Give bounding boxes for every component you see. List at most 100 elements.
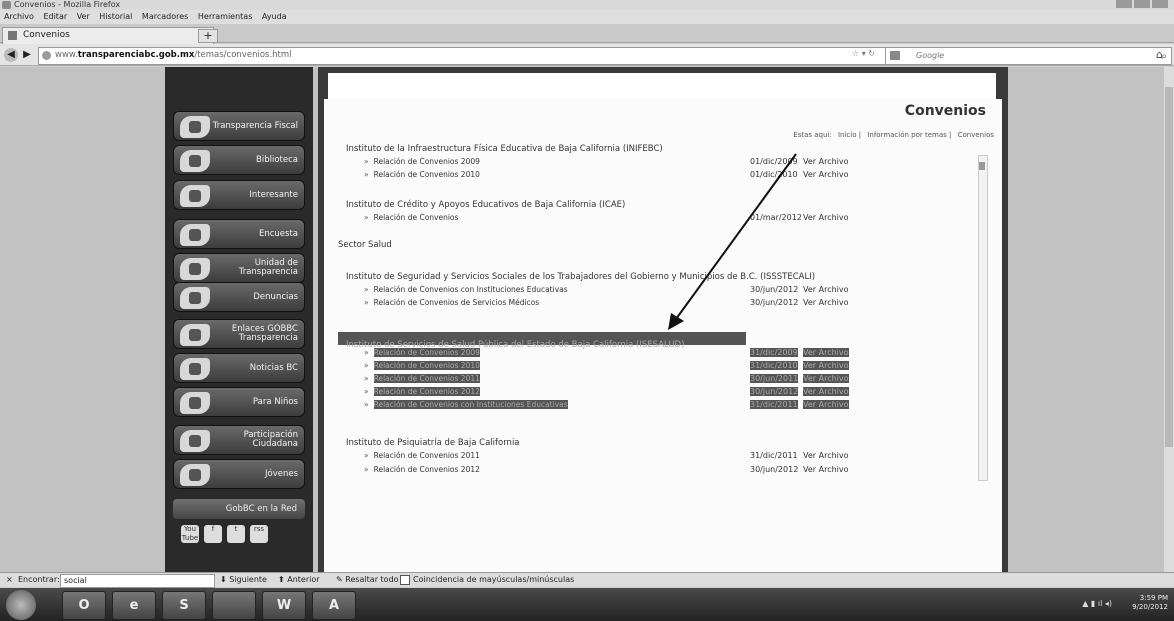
menu-ayuda[interactable]: Ayuda [262, 12, 287, 21]
search-bar[interactable]: Google ⌕ [885, 47, 1172, 65]
star-icon [180, 185, 210, 207]
back-arrow-icon[interactable]: ◀ [4, 48, 18, 62]
menu-herramientas[interactable]: Herramientas [198, 12, 253, 21]
main-content: Convenios Estas aquí: Inicio | Informaci… [318, 99, 1008, 572]
book-icon [180, 150, 210, 172]
clock[interactable]: 3:59 PM 9/20/2012 [1132, 594, 1168, 612]
sidebar-item-label: Enlaces GOBBC Transparencia [231, 324, 298, 343]
taskbar-ie[interactable]: e [112, 591, 156, 620]
gobbc-en-la-red-label: GobBC en la Red [173, 499, 305, 519]
sidebar-item-enlaces-gobbc[interactable]: Enlaces GOBBC Transparencia [173, 319, 305, 349]
url-prefix: www. [55, 50, 78, 60]
tab-convenios[interactable]: Convenios [2, 27, 214, 44]
page-favicon-icon [8, 31, 17, 40]
address-bar[interactable]: www.transparenciabc.gob.mx/temas/conveni… [38, 47, 896, 65]
find-previous-button[interactable]: ⬆ Anterior [278, 573, 320, 587]
content-header-frame [318, 67, 1008, 99]
sidebar-item-jovenes[interactable]: Jóvenes [173, 459, 305, 489]
sidebar-item-label: Encuesta [258, 228, 298, 239]
tab-bar: Convenios + [0, 24, 1174, 44]
sidebar-item-label: Biblioteca [256, 154, 298, 165]
clipboard-icon [180, 224, 210, 246]
sidebar-item-label: Unidad de Transparencia [238, 258, 298, 277]
menu-bar: Archivo Editar Ver Historial Marcadores … [0, 10, 1174, 24]
sidebar-item-biblioteca[interactable]: Biblioteca [173, 145, 305, 175]
search-placeholder: Google [916, 51, 945, 60]
taskbar-skype[interactable]: S [162, 591, 206, 620]
navigation-bar: ◀ ▶ www.transparenciabc.gob.mx/temas/con… [0, 44, 1174, 66]
find-next-button[interactable]: ⬇ Siguiente [220, 573, 267, 587]
sidebar-item-interesante[interactable]: Interesante [173, 180, 305, 210]
youtube-icon[interactable]: You Tube [181, 525, 199, 543]
taskbar-word[interactable]: W [262, 591, 306, 620]
start-button[interactable] [6, 590, 36, 620]
megaphone-icon [180, 287, 210, 309]
link-icon [180, 324, 210, 346]
sidebar-item-label: Participación Ciudadana [243, 430, 298, 449]
maximize-button[interactable] [1134, 0, 1150, 8]
twitter-icon[interactable]: t [227, 525, 245, 543]
sidebar-item-label: Para Niños [252, 396, 298, 407]
sidebar-item-label: Noticias BC [249, 362, 298, 373]
checkbox-box[interactable] [400, 574, 410, 585]
reload-star-icons[interactable]: ☆ ▾ ↻ [852, 49, 875, 58]
annotation-arrow [668, 153, 797, 330]
taskbar-outlook[interactable]: O [62, 591, 106, 620]
sidebar-item-encuesta[interactable]: Encuesta [173, 219, 305, 249]
child-icon [180, 392, 210, 414]
menu-archivo[interactable]: Archivo [4, 12, 34, 21]
sidebar-item-unidad-de-transparencia[interactable]: Unidad de Transparencia [173, 253, 305, 283]
new-tab-button[interactable]: + [198, 29, 218, 43]
highlight-all-button[interactable]: ✎ Resaltar todo [336, 573, 399, 587]
building-icon [180, 258, 210, 280]
find-bar: × Encontrar: social ⬇ Siguiente ⬆ Anteri… [0, 572, 1174, 588]
clock-time: 3:59 PM [1139, 594, 1168, 602]
sidebar-item-denuncias[interactable]: Denuncias [173, 282, 305, 312]
sidebar-item-label: Transparencia Fiscal [212, 120, 298, 131]
find-label: Encontrar: [18, 575, 60, 584]
close-window-button[interactable] [1152, 0, 1168, 8]
taskbar: O e S W A ▲ ▮ ıl ◂) 3:59 PM 9/20/2012 [0, 588, 1174, 621]
sidebar-item-transparencia-fiscal[interactable]: Transparencia Fiscal [173, 111, 305, 141]
google-icon [890, 51, 900, 60]
social-links: You Tube f t rss [181, 525, 268, 543]
forward-arrow-icon[interactable]: ▶ [20, 48, 34, 62]
site-identity-icon [42, 51, 51, 60]
window-titlebar: Convenios - Mozilla Firefox [0, 0, 1174, 10]
sidebar: Transparencia Fiscal Biblioteca Interesa… [165, 67, 313, 572]
taskbar-acrobat[interactable]: A [312, 591, 356, 620]
match-case-checkbox[interactable]: Coincidencia de mayúsculas/minúsculas [400, 573, 574, 587]
sidebar-item-para-ninos[interactable]: Para Niños [173, 387, 305, 417]
content-header [328, 73, 996, 99]
sidebar-item-noticias-bc[interactable]: Noticias BC [173, 353, 305, 383]
close-findbar-icon[interactable]: × [6, 573, 13, 587]
page-scrollbar-thumb[interactable] [1165, 87, 1173, 447]
menu-ver[interactable]: Ver [77, 12, 90, 21]
window-title: Convenios - Mozilla Firefox [14, 0, 121, 9]
clock-date: 9/20/2012 [1132, 603, 1168, 611]
facebook-icon[interactable]: f [204, 525, 222, 543]
home-icon[interactable]: ⌂ [1156, 48, 1163, 61]
sidebar-item-label: Jóvenes [264, 468, 298, 479]
news-icon [180, 358, 210, 380]
system-tray-icons[interactable]: ▲ ▮ ıl ◂) [1082, 599, 1112, 608]
firefox-icon [2, 1, 11, 9]
find-input[interactable]: social [60, 574, 215, 588]
taskbar-folder[interactable] [212, 591, 256, 620]
url-path: /temas/convenios.html [194, 50, 292, 60]
people-icon [180, 430, 210, 452]
window-controls [1116, 0, 1168, 9]
menu-editar[interactable]: Editar [43, 12, 67, 21]
menu-marcadores[interactable]: Marcadores [142, 12, 188, 21]
rss-icon[interactable]: rss [250, 525, 268, 543]
page-scrollbar[interactable] [1164, 67, 1174, 572]
sidebar-item-label: Interesante [249, 189, 298, 200]
page-viewport: Transparencia Fiscal Biblioteca Interesa… [0, 67, 1174, 572]
youth-icon [180, 464, 210, 486]
sidebar-item-label: Denuncias [253, 291, 298, 302]
menu-historial[interactable]: Historial [99, 12, 132, 21]
url-host: transparenciabc.gob.mx [77, 50, 195, 60]
minimize-button[interactable] [1116, 0, 1132, 8]
tab-label: Convenios [23, 30, 70, 40]
sidebar-item-participacion-ciudadana[interactable]: Participación Ciudadana [173, 425, 305, 455]
